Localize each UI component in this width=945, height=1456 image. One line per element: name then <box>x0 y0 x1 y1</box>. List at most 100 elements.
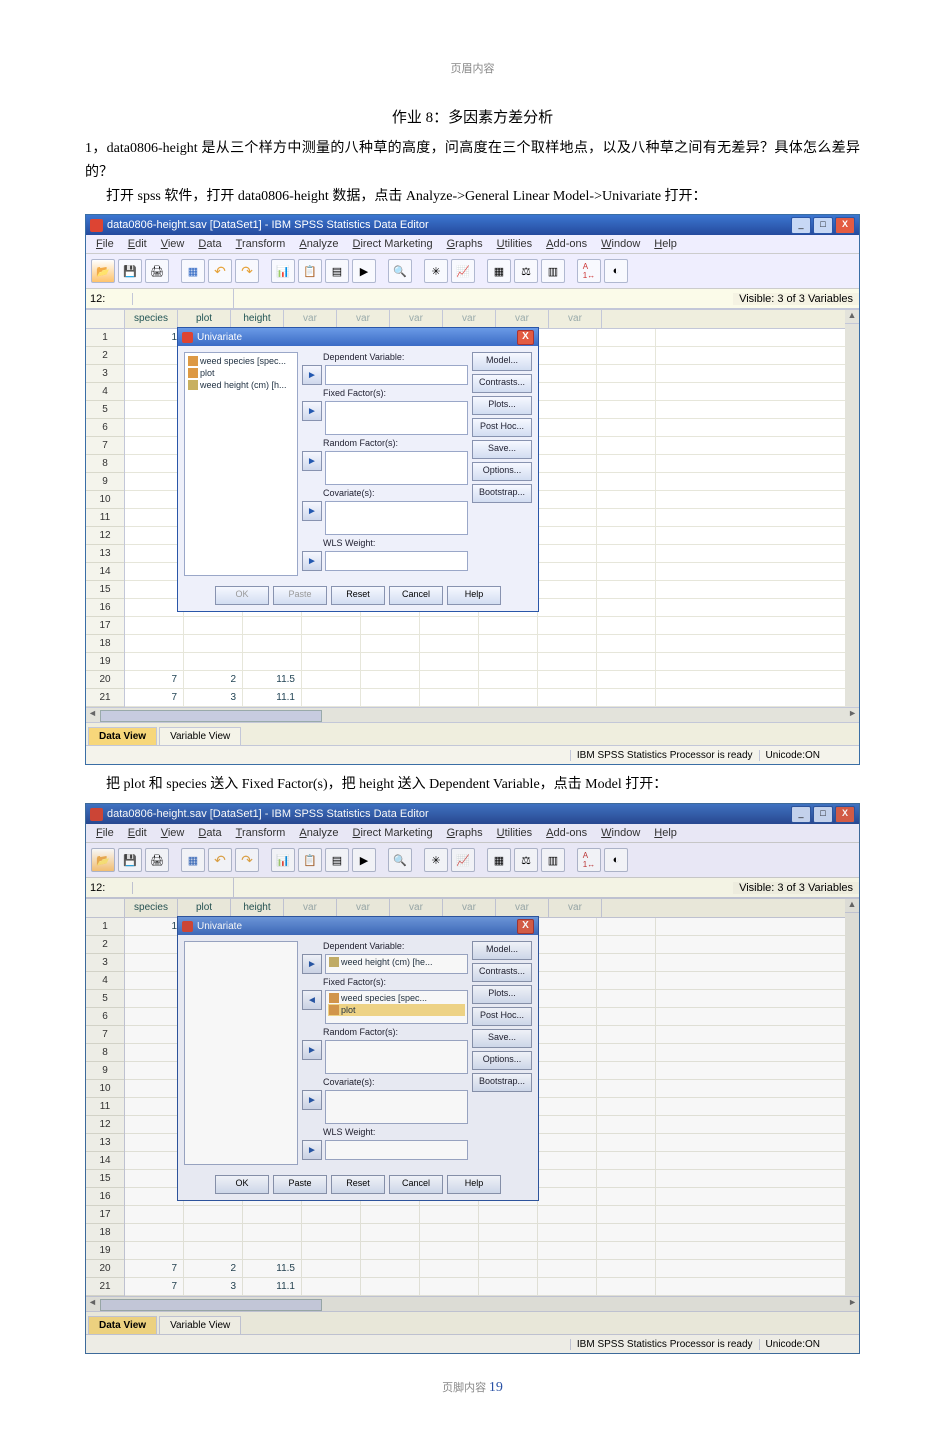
cell[interactable] <box>125 1170 184 1187</box>
source-variable-list[interactable]: weed species [spec...plotweed height (cm… <box>184 352 298 576</box>
list-item[interactable]: weed species [spec... <box>187 355 295 367</box>
row-header[interactable]: 16 <box>86 1188 124 1206</box>
cell[interactable] <box>302 689 361 706</box>
cell[interactable] <box>125 1242 184 1259</box>
post-hoc-button[interactable]: Post Hoc... <box>472 418 532 437</box>
save-button[interactable]: Save... <box>472 440 532 459</box>
cell[interactable] <box>125 990 184 1007</box>
cell[interactable] <box>125 617 184 634</box>
cell[interactable]: 7 <box>125 689 184 706</box>
cell[interactable] <box>184 635 243 652</box>
cell[interactable] <box>538 617 597 634</box>
split-icon[interactable]: ▦ <box>487 848 511 872</box>
column-header[interactable]: var <box>337 310 390 328</box>
cell[interactable]: 2 <box>184 1260 243 1277</box>
cell[interactable] <box>538 1098 597 1115</box>
variables-icon[interactable]: ▤ <box>325 259 349 283</box>
row-header[interactable]: 17 <box>86 1206 124 1224</box>
table-row[interactable]: 7311.1 <box>125 689 845 707</box>
cell[interactable] <box>597 671 656 688</box>
cell[interactable] <box>302 617 361 634</box>
menu-edit[interactable]: Edit <box>122 826 153 840</box>
cell[interactable] <box>597 689 656 706</box>
insert-case-icon[interactable]: ✳ <box>424 259 448 283</box>
cell[interactable] <box>538 689 597 706</box>
cell[interactable] <box>597 347 656 364</box>
cell-value-input[interactable] <box>133 289 234 308</box>
cell[interactable] <box>361 1278 420 1295</box>
cell[interactable] <box>597 1260 656 1277</box>
cell[interactable] <box>597 1008 656 1025</box>
help-button[interactable]: Help <box>447 586 501 605</box>
cell[interactable]: 7 <box>125 1278 184 1295</box>
row-header[interactable]: 10 <box>86 1080 124 1098</box>
list-item[interactable]: weed height (cm) [he... <box>328 956 465 968</box>
menu-utilities[interactable]: Utilities <box>491 237 538 251</box>
source-variable-list[interactable] <box>184 941 298 1165</box>
cell[interactable] <box>538 473 597 490</box>
row-header[interactable]: 10 <box>86 491 124 509</box>
cell[interactable] <box>125 1062 184 1079</box>
cell[interactable] <box>243 617 302 634</box>
cell[interactable] <box>125 1206 184 1223</box>
cell[interactable] <box>597 1206 656 1223</box>
cell[interactable] <box>597 401 656 418</box>
insert-var-icon[interactable]: 📈 <box>451 259 475 283</box>
cell[interactable] <box>361 689 420 706</box>
menu-direct-marketing[interactable]: Direct Marketing <box>346 237 438 251</box>
undo-icon[interactable]: ↶ <box>208 848 232 872</box>
cell[interactable] <box>597 617 656 634</box>
cell[interactable] <box>538 383 597 400</box>
random-factors-field[interactable] <box>325 1040 468 1074</box>
dependent-field[interactable]: weed height (cm) [he... <box>325 954 468 974</box>
cell[interactable] <box>538 1206 597 1223</box>
goto-var-icon[interactable]: 📋 <box>298 259 322 283</box>
column-header[interactable]: species <box>125 310 178 328</box>
table-row[interactable] <box>125 1206 845 1224</box>
cell[interactable] <box>125 1080 184 1097</box>
cell[interactable] <box>597 329 656 346</box>
cell[interactable]: 1 <box>125 329 184 346</box>
cell[interactable] <box>420 653 479 670</box>
cell[interactable] <box>302 1278 361 1295</box>
cell[interactable] <box>479 617 538 634</box>
tab-data-view[interactable]: Data View <box>88 727 157 745</box>
cell[interactable] <box>361 617 420 634</box>
cell[interactable] <box>597 1152 656 1169</box>
cell[interactable] <box>125 1224 184 1241</box>
options-button[interactable]: Options... <box>472 1051 532 1070</box>
menu-view[interactable]: View <box>155 237 191 251</box>
row-header[interactable]: 6 <box>86 419 124 437</box>
cell[interactable] <box>538 972 597 989</box>
options-button[interactable]: Options... <box>472 462 532 481</box>
cell[interactable] <box>125 419 184 436</box>
cell[interactable] <box>125 545 184 562</box>
insert-var-icon[interactable]: 📈 <box>451 848 475 872</box>
cell[interactable] <box>538 1260 597 1277</box>
cell[interactable] <box>479 1278 538 1295</box>
menu-graphs[interactable]: Graphs <box>441 237 489 251</box>
cell[interactable] <box>597 653 656 670</box>
column-header[interactable]: var <box>337 899 390 917</box>
plots-button[interactable]: Plots... <box>472 985 532 1004</box>
insert-case-icon[interactable]: ✳ <box>424 848 448 872</box>
cell[interactable] <box>361 635 420 652</box>
cell[interactable] <box>538 329 597 346</box>
cell[interactable] <box>538 455 597 472</box>
cell[interactable] <box>538 671 597 688</box>
cell[interactable] <box>420 1242 479 1259</box>
contrasts-button[interactable]: Contrasts... <box>472 963 532 982</box>
cell[interactable] <box>538 491 597 508</box>
covariates-field[interactable] <box>325 1090 468 1124</box>
row-header[interactable]: 1 <box>86 918 124 936</box>
bootstrap-button[interactable]: Bootstrap... <box>472 1073 532 1092</box>
split-icon[interactable]: ▦ <box>487 259 511 283</box>
cell[interactable] <box>597 1134 656 1151</box>
horizontal-scrollbar[interactable] <box>86 1296 859 1311</box>
cell[interactable] <box>125 527 184 544</box>
save-button[interactable]: Save... <box>472 1029 532 1048</box>
cell[interactable] <box>125 936 184 953</box>
cell[interactable]: 3 <box>184 1278 243 1295</box>
cell[interactable] <box>538 918 597 935</box>
row-header[interactable]: 21 <box>86 1278 124 1296</box>
